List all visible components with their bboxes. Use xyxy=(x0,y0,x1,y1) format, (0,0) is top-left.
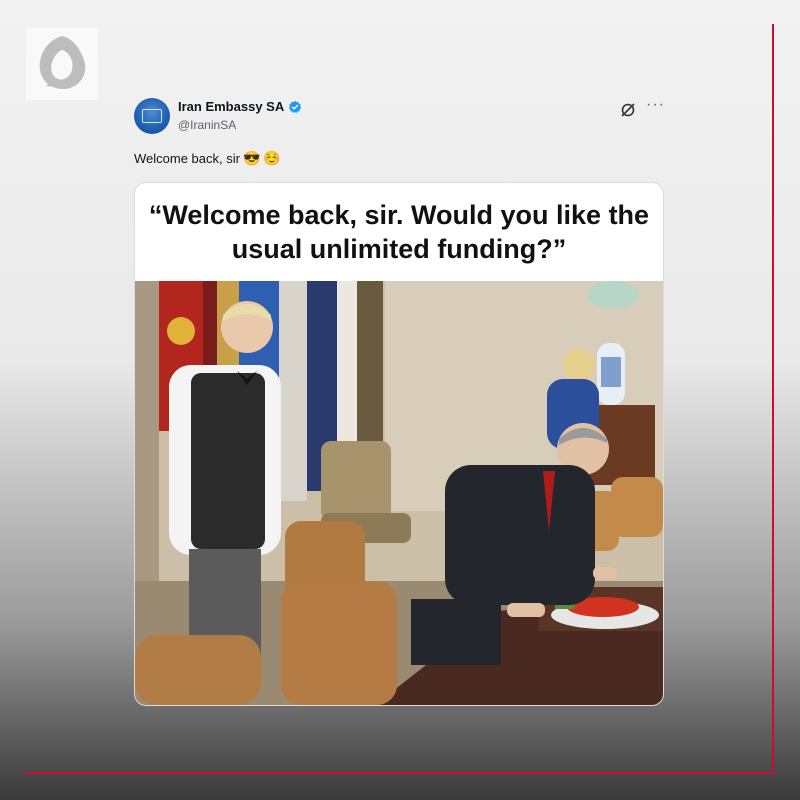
more-options-icon[interactable]: ··· xyxy=(646,96,665,114)
channel-logo-icon xyxy=(26,28,98,100)
verified-badge-icon xyxy=(289,100,302,113)
meme-photo[interactable] xyxy=(135,281,663,705)
tweet-text-body: Welcome back, sir xyxy=(134,151,240,166)
display-name[interactable]: Iran Embassy SA xyxy=(178,99,284,114)
handle[interactable]: @IraninSA xyxy=(178,118,236,132)
embassy-emblem-icon xyxy=(142,109,162,123)
tweet-card: Iran Embassy SA @IraninSA ··· Welcome ba… xyxy=(118,78,678,718)
smiling-emoji: ☺️ xyxy=(263,150,281,166)
media-card[interactable]: “Welcome back, sir. Would you like the u… xyxy=(134,182,664,706)
meme-caption: “Welcome back, sir. Would you like the u… xyxy=(148,200,650,264)
name-row: Iran Embassy SA xyxy=(178,99,302,114)
grok-icon[interactable] xyxy=(620,102,636,118)
sunglasses-emoji: 😎 xyxy=(242,150,261,166)
tweet-text: Welcome back, sir 😎 ☺️ xyxy=(134,150,281,167)
avatar[interactable] xyxy=(134,98,170,134)
